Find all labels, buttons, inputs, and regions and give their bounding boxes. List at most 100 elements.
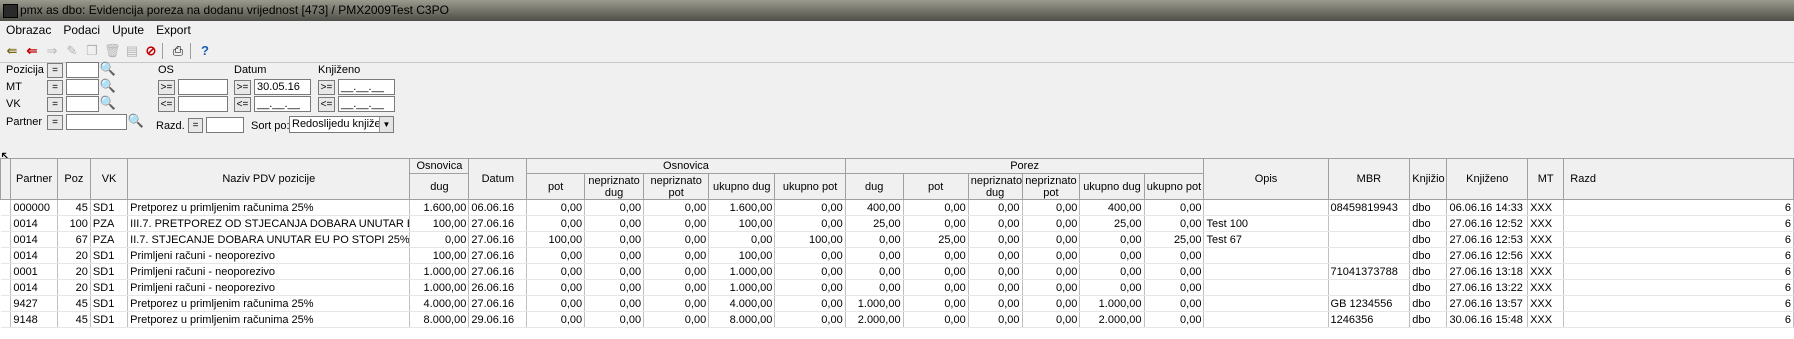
- table-cell[interactable]: 1.600,00: [708, 199, 776, 216]
- table-cell[interactable]: dbo: [1409, 279, 1448, 296]
- col-porez-ukupno-dug[interactable]: ukupno dug: [1079, 173, 1145, 200]
- table-cell[interactable]: 0,00: [845, 231, 904, 248]
- table-cell[interactable]: 6: [1563, 199, 1794, 216]
- table-cell[interactable]: 0,00: [1022, 215, 1081, 232]
- table-cell[interactable]: 2.000,00: [1079, 311, 1145, 328]
- table-cell[interactable]: 0,00: [1022, 311, 1081, 328]
- table-cell[interactable]: 0014: [10, 279, 58, 296]
- table-cell[interactable]: 0,00: [409, 231, 470, 248]
- table-cell[interactable]: 0,00: [526, 263, 586, 280]
- help-icon[interactable]: ?: [197, 43, 213, 59]
- table-cell[interactable]: 67: [57, 231, 91, 248]
- partner-input[interactable]: [66, 114, 127, 130]
- col-mbr[interactable]: MBR: [1327, 158, 1411, 200]
- vk-search-icon[interactable]: 🔍: [99, 95, 117, 112]
- table-cell[interactable]: 71041373788: [1328, 263, 1411, 280]
- table-row[interactable]: 0014 67 PZA II.7. STJECANJE DOBARA UNUTAR E…: [0, 231, 1794, 248]
- table-cell[interactable]: 0,00: [1144, 263, 1205, 280]
- table-cell[interactable]: 20: [57, 279, 91, 296]
- table-cell[interactable]: 100,00: [708, 247, 776, 264]
- table-cell[interactable]: 1.000,00: [708, 279, 776, 296]
- table-cell[interactable]: [1328, 247, 1411, 264]
- table-cell[interactable]: 0,00: [1022, 263, 1081, 280]
- table-cell[interactable]: 400,00: [1079, 199, 1145, 216]
- table-cell[interactable]: 1.000,00: [409, 263, 470, 280]
- table-cell[interactable]: 0,00: [584, 263, 645, 280]
- table-cell[interactable]: Test 100: [1203, 215, 1329, 232]
- table-row[interactable]: 9427 45 SD1 Pretporez u primljenim računima…: [0, 295, 1794, 312]
- row-selector[interactable]: [0, 295, 12, 312]
- table-cell[interactable]: 0,00: [584, 311, 645, 328]
- table-cell[interactable]: 6: [1563, 295, 1794, 312]
- os-to-input[interactable]: [178, 96, 228, 112]
- knjizeno-to-input[interactable]: __.__.__: [338, 96, 395, 112]
- table-cell[interactable]: 6: [1563, 263, 1794, 280]
- table-cell[interactable]: 0,00: [584, 295, 645, 312]
- os-ge-operator[interactable]: >=: [158, 80, 175, 95]
- table-cell[interactable]: 0,00: [1144, 247, 1205, 264]
- table-cell[interactable]: XXX: [1527, 295, 1565, 312]
- table-cell[interactable]: 0,00: [774, 215, 846, 232]
- partner-operator[interactable]: =: [47, 115, 63, 130]
- table-cell[interactable]: 27.06.16: [468, 263, 528, 280]
- table-cell[interactable]: 6: [1563, 247, 1794, 264]
- table-cell[interactable]: 4.000,00: [409, 295, 470, 312]
- row-selector[interactable]: [0, 263, 12, 280]
- delete-icon[interactable]: 🗑: [104, 43, 121, 59]
- table-row[interactable]: 000000 45 SD1 Pretporez u primljenim računi…: [0, 199, 1794, 216]
- print-icon[interactable]: ⎙: [170, 43, 186, 59]
- col-osn-ukupno-dug[interactable]: ukupno dug: [708, 173, 776, 200]
- datum-to-input[interactable]: __.__.__: [254, 96, 311, 112]
- table-cell[interactable]: 0,00: [903, 295, 969, 312]
- table-cell[interactable]: [1203, 311, 1329, 328]
- table-cell[interactable]: 27.06.16 12:52: [1446, 215, 1529, 232]
- row-selector[interactable]: [0, 199, 12, 216]
- table-cell[interactable]: 26.06.16: [468, 279, 528, 296]
- table-cell[interactable]: 25,00: [1144, 231, 1205, 248]
- table-cell[interactable]: 27.06.16: [468, 295, 528, 312]
- table-cell[interactable]: 100,00: [409, 215, 470, 232]
- col-partner[interactable]: Partner: [10, 158, 58, 200]
- table-cell[interactable]: 0,00: [643, 279, 710, 296]
- table-cell[interactable]: [1328, 231, 1411, 248]
- table-cell[interactable]: 100: [57, 215, 91, 232]
- table-cell[interactable]: 25,00: [1079, 215, 1145, 232]
- vk-operator[interactable]: =: [47, 97, 63, 112]
- table-cell[interactable]: 6: [1563, 215, 1794, 232]
- paste-icon[interactable]: ▤: [124, 43, 140, 59]
- table-cell[interactable]: PZA: [90, 215, 129, 232]
- table-cell[interactable]: 0,00: [968, 263, 1023, 280]
- table-cell[interactable]: 400,00: [845, 199, 904, 216]
- table-cell[interactable]: 0,00: [903, 311, 969, 328]
- table-cell[interactable]: XXX: [1527, 279, 1565, 296]
- table-cell[interactable]: SD1: [90, 263, 129, 280]
- table-cell[interactable]: 000000: [10, 199, 58, 216]
- table-cell[interactable]: Pretporez u primljenim računima 25%: [127, 311, 411, 328]
- table-cell[interactable]: 0,00: [774, 279, 846, 296]
- col-knjizio[interactable]: Knjižio: [1409, 158, 1448, 200]
- table-cell[interactable]: II.7. STJECANJE DOBARA UNUTAR EU PO STOP…: [127, 231, 411, 248]
- mt-search-icon[interactable]: 🔍: [99, 78, 117, 95]
- table-cell[interactable]: 0,00: [968, 231, 1023, 248]
- table-cell[interactable]: III.7. PRETPOREZ OD STJECANJA DOBARA UNU…: [127, 215, 411, 232]
- table-row[interactable]: 0001 20 SD1 Primljeni računi - neoporezivo 1…: [0, 263, 1794, 280]
- table-cell[interactable]: 30.06.16 15:48: [1446, 311, 1529, 328]
- copy-icon[interactable]: ❐: [84, 43, 100, 59]
- col-datum[interactable]: Datum: [468, 158, 528, 200]
- table-cell[interactable]: Pretporez u primljenim računima 25%: [127, 199, 411, 216]
- knjizeno-ge-operator[interactable]: >=: [318, 80, 335, 95]
- table-cell[interactable]: dbo: [1409, 247, 1448, 264]
- table-cell[interactable]: dbo: [1409, 311, 1448, 328]
- table-cell[interactable]: 0,00: [1022, 247, 1081, 264]
- table-cell[interactable]: 0,00: [774, 247, 846, 264]
- table-cell[interactable]: 0,00: [1079, 231, 1145, 248]
- table-cell[interactable]: 0,00: [584, 279, 645, 296]
- table-cell[interactable]: 25,00: [845, 215, 904, 232]
- col-osn-pot[interactable]: pot: [526, 173, 586, 200]
- table-cell[interactable]: 25,00: [903, 231, 969, 248]
- os-le-operator[interactable]: <=: [158, 97, 175, 112]
- table-cell[interactable]: [1203, 295, 1329, 312]
- table-cell[interactable]: 1.000,00: [409, 279, 470, 296]
- table-cell[interactable]: [1203, 279, 1329, 296]
- table-cell[interactable]: 0,00: [1022, 279, 1081, 296]
